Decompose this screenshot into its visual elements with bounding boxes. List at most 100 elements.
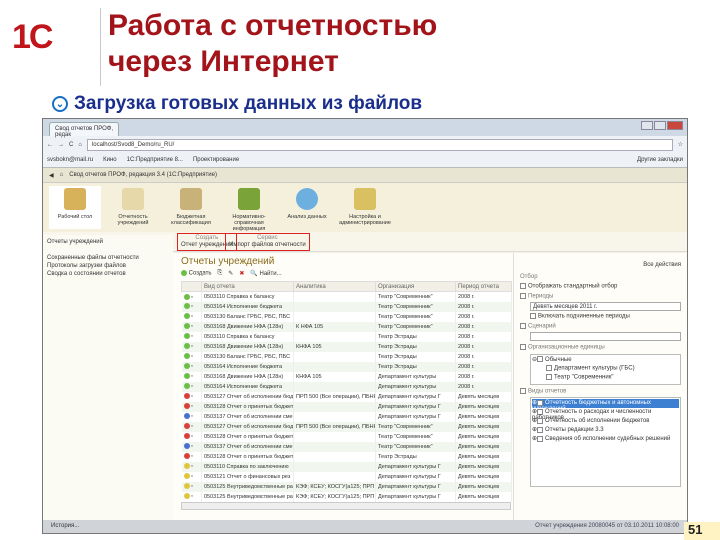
periods-checkbox[interactable]: Периоды (520, 292, 681, 299)
table-row[interactable]: ▫ 0503128 Отчет о принятых бюджет Театр Эс… (181, 451, 512, 462)
analytics-cell (293, 411, 376, 422)
browser-tab[interactable]: Свод отчетов ПРОФ, редак (49, 122, 119, 138)
org-tree: ⊖ Обычные Департамент культуры (ГБС) Театр … (530, 353, 681, 385)
period-cell: 2008 г. (455, 381, 512, 392)
section-analysis[interactable]: Анализ данных (281, 186, 333, 229)
bookmark[interactable]: 1С:Предприятие 8... (127, 157, 183, 163)
tree-item[interactable]: ⊕ Отчеты редакции 3.3 (532, 426, 679, 435)
table-row[interactable]: ▫ 0503168 Движение НФА (128н) КНФА 105 Депа… (181, 371, 512, 382)
bookmark[interactable]: svsbokn@mail.ru (47, 157, 93, 163)
std-filter-checkbox[interactable]: Отображать стандартный отбор (520, 283, 681, 290)
table-row[interactable]: ▫ 0503164 Исполнение бюджета Театр Эстрады… (181, 361, 512, 372)
scenario-input[interactable] (530, 332, 681, 342)
filter-header: Отбор (520, 274, 538, 280)
table-row[interactable]: ▫ 0503128 Отчет о принятых бюджет Департам… (181, 401, 512, 412)
table-row[interactable]: ▫ 0503130 Баланс ГРБС, РБС, ПБС Театр Эстр… (181, 351, 512, 362)
status-message[interactable]: Отчет учреждения 20080045 от 03.10.2011 … (535, 523, 679, 530)
home-icon[interactable]: ⌂ (78, 142, 82, 148)
report-kinds-checkbox[interactable]: Виды отчетов (520, 387, 681, 394)
period-cell: 2008 г. (455, 351, 512, 362)
tree-item[interactable]: ⊖ Обычные (532, 356, 679, 365)
period-cell: 2008 г. (455, 311, 512, 322)
tree-item[interactable]: ⊕ Отчетность об исполнении бюджетов (532, 417, 679, 426)
period-cell: 2008 г. (455, 371, 512, 382)
nav-item[interactable]: Протоколы загрузки файлов (47, 263, 169, 269)
period-cell: 2008 г. (455, 331, 512, 342)
column-header[interactable]: Аналитика (293, 281, 376, 292)
analytics-cell (293, 311, 376, 322)
org-units-checkbox[interactable]: Организационные единицы (520, 344, 681, 351)
scenario-checkbox[interactable]: Сценарий (520, 322, 681, 329)
back-icon[interactable]: ← (47, 142, 53, 148)
table-row[interactable]: ▫ 0503110 Справка к балансу Театр "Совреме… (181, 291, 512, 302)
reload-icon[interactable]: C (69, 142, 73, 148)
kind-cell: 0503125 Внутриведомственные расче (201, 481, 294, 492)
status-icon (183, 383, 190, 390)
table-row[interactable]: ▫ 0503110 Справка по заключению Департамен… (181, 461, 512, 472)
create-button[interactable]: Создать (181, 270, 211, 277)
close-button[interactable] (667, 121, 683, 130)
section-budget[interactable]: Бюджетная классификация (165, 186, 217, 229)
history-button[interactable]: История... (51, 523, 79, 530)
org-cell: Департамент культуры Г (375, 471, 456, 482)
bookmark[interactable]: Проектирование (193, 157, 239, 163)
document-icon: ▫ (191, 393, 193, 400)
section-admin[interactable]: Настройка и администрирование (339, 186, 391, 229)
copy-icon[interactable]: ⎘ (217, 270, 222, 277)
edit-icon[interactable]: ✎ (228, 270, 233, 277)
table-row[interactable]: ▫ 0503127 Отчет об исполнении бюд ПРП 500 … (181, 391, 512, 402)
table-row[interactable]: ▫ 0503110 Справка к балансу Театр Эстрады 2… (181, 331, 512, 342)
table-row[interactable]: ▫ 0503168 Движение НФА (128н) КНФА 105 Теат… (181, 341, 512, 352)
table-row[interactable]: ▫ 0503121 Отчет о финансовых рез Департаме… (181, 471, 512, 482)
import-files-command[interactable]: Импорт файлов отчетности (229, 242, 306, 249)
section-label: Настройка и администрирование (339, 214, 391, 226)
document-icon: ▫ (191, 303, 193, 310)
include-sub-checkbox[interactable]: Включать подчиненные периоды (530, 313, 681, 320)
table-row[interactable]: ▫ 0503137 Отчет об исполнении сме Театр "С… (181, 441, 512, 452)
table-row[interactable]: ▫ 0503127 Отчет об исполнении бюд ПРП 500 … (181, 421, 512, 432)
horizontal-scrollbar[interactable] (181, 501, 511, 510)
other-bookmarks[interactable]: Другие закладки (637, 157, 683, 163)
status-cell: ▫ (181, 401, 202, 412)
table-row[interactable]: ▫ 0503125 Внутриведомственные расче КЭФ; К… (181, 481, 512, 492)
tree-item[interactable]: ⊕ Отчетность о расходах и численности раб… (532, 408, 679, 421)
nav-item[interactable]: Сводка о состоянии отчетов (47, 271, 169, 277)
tree-item[interactable]: Департамент культуры (ГБС) (532, 364, 679, 374)
status-icon (183, 433, 190, 440)
forward-icon[interactable]: → (58, 142, 64, 148)
tree-item[interactable]: ⊕ Сведения об исполнении судебных решений (532, 435, 679, 444)
section-desktop[interactable]: Рабочий стол (49, 186, 101, 229)
document-icon: ▫ (191, 483, 193, 490)
table-row[interactable]: ▫ 0503168 Движение НФА (128н) К НФА 105 Теа… (181, 321, 512, 332)
table-row[interactable]: ▫ 0503164 Исполнение бюджета Театр "Соврем… (181, 301, 512, 312)
delete-icon[interactable]: ✖ (239, 270, 244, 277)
column-header[interactable]: Период отчета (455, 281, 512, 292)
table-row[interactable]: ▫ 0503164 Исполнение бюджета Департамент к… (181, 381, 512, 392)
period-cell: Девять месяцев (455, 471, 512, 482)
table-row[interactable]: ▫ 0503128 Отчет о принятых бюджет Театр "С… (181, 431, 512, 442)
url-input[interactable]: localhost/Svod8_Demo/ru_RU/ (86, 138, 673, 151)
section-reports[interactable]: Отчетность учреждений (107, 186, 159, 229)
nav-item[interactable]: Сохраненные файлы отчетности (47, 255, 169, 261)
home-icon[interactable]: ⌂ (60, 172, 64, 178)
org-cell: Департамент культуры (375, 381, 456, 392)
maximize-button[interactable] (654, 121, 666, 130)
table-row[interactable]: ▫ 0503130 Баланс ГРБС, РБС, ПБС Театр "Сов… (181, 311, 512, 322)
minimize-button[interactable] (641, 121, 653, 130)
column-header[interactable]: Вид отчета (201, 281, 294, 292)
all-actions-menu[interactable]: Все действия (520, 262, 681, 268)
kind-cell: 0503128 Отчет о принятых бюджет (201, 401, 294, 412)
section-reference[interactable]: Нормативно-справочная информация (223, 186, 275, 232)
period-cell: 2008 г. (455, 361, 512, 372)
find-button[interactable]: 🔍 Найти... (250, 270, 281, 277)
bookmark[interactable]: Кино (103, 157, 117, 163)
table-row[interactable]: ▫ 0503137 Отчет об исполнении сме Департам… (181, 411, 512, 422)
nav-header[interactable]: Отчеты учреждений (47, 239, 169, 245)
back-icon[interactable]: ◀ (49, 172, 54, 179)
tree-item[interactable]: Театр "Современник" (532, 373, 679, 383)
tree-item[interactable]: ⊕ Отчетность бюджетных и автономных учреж… (532, 399, 679, 412)
star-icon[interactable]: ☆ (678, 141, 683, 148)
table-row[interactable]: ▫ 0503125 Внутриведомственные ра КЭФ; КСЕУ… (181, 491, 512, 502)
period-input[interactable]: Девять месяцев 2011 г. (530, 302, 681, 312)
column-header[interactable]: Организация (375, 281, 456, 292)
